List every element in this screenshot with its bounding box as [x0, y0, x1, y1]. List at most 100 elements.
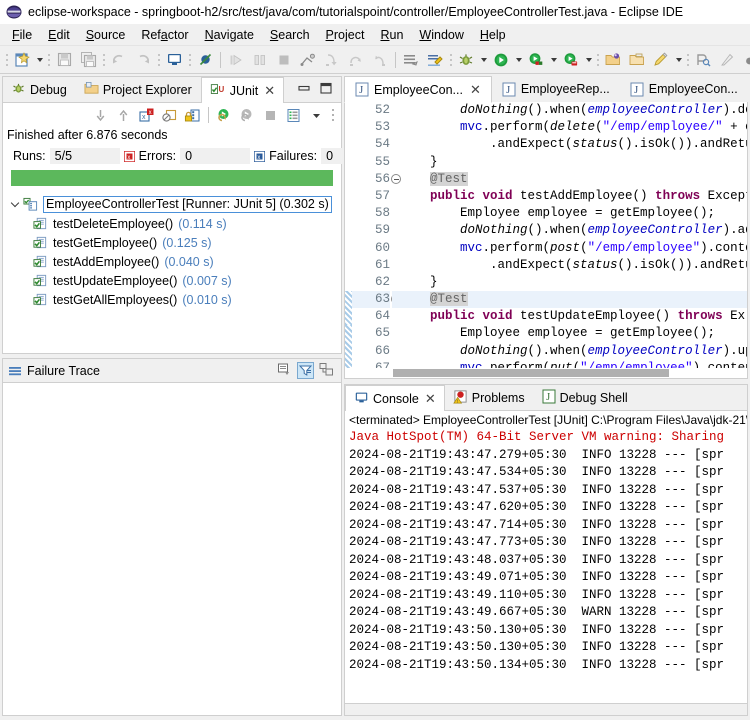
- new-wizard-dropdown-icon[interactable]: [34, 48, 45, 72]
- coverage-dropdown-icon[interactable]: [548, 48, 559, 72]
- clean-icon[interactable]: [423, 48, 447, 72]
- code-area[interactable]: 52535455565758596061626364656667 doNothi…: [345, 102, 747, 368]
- code-line[interactable]: public void testUpdateEmployee() throws …: [392, 308, 747, 325]
- new-class-icon[interactable]: [649, 48, 673, 72]
- code-line[interactable]: doNothing().when(employeeController).del: [392, 102, 747, 119]
- code-line[interactable]: @Test: [392, 291, 747, 308]
- code-line[interactable]: public void testAddEmployee() throws Exc…: [392, 188, 747, 205]
- debug-dropdown-icon[interactable]: [478, 48, 489, 72]
- expand-twisty-icon[interactable]: [7, 200, 23, 209]
- code-line[interactable]: Employee employee = getEmployee();: [392, 205, 747, 222]
- console-output[interactable]: <terminated> EmployeeControllerTest [JUn…: [345, 411, 747, 703]
- code-line[interactable]: mvc.perform(post("/emp/employee").conten: [392, 240, 747, 257]
- source-code[interactable]: doNothing().when(employeeController).del…: [392, 102, 747, 368]
- view-overflow-icon[interactable]: [329, 105, 336, 125]
- code-line[interactable]: doNothing().when(employeeController).add: [392, 222, 747, 239]
- view-menu-icon[interactable]: [306, 105, 327, 125]
- suspend-icon[interactable]: [248, 48, 272, 72]
- test-case-row[interactable]: testUpdateEmployee()(0.007 s): [3, 271, 341, 290]
- run-icon[interactable]: [489, 48, 513, 72]
- test-case-row[interactable]: testAddEmployee()(0.040 s): [3, 252, 341, 271]
- console-tab-problems[interactable]: !Problems: [445, 385, 534, 410]
- build-all-icon[interactable]: [399, 48, 423, 72]
- show-failures-only-icon[interactable]: xx: [136, 105, 157, 125]
- show-ignored-icon[interactable]: [159, 105, 180, 125]
- menu-item-run[interactable]: Run: [372, 26, 411, 44]
- new-class-dropdown-icon[interactable]: [673, 48, 684, 72]
- toolbar-drag-handle[interactable]: [3, 50, 10, 70]
- debug-icon[interactable]: [454, 48, 478, 72]
- maximize-icon[interactable]: [319, 81, 333, 98]
- menu-item-search[interactable]: Search: [262, 26, 318, 44]
- new-wizard-icon[interactable]: [10, 48, 34, 72]
- close-icon[interactable]: ✕: [264, 84, 275, 97]
- code-line[interactable]: .andExpect(status().isOk()).andRetur: [392, 257, 747, 274]
- test-run-history-icon[interactable]: [283, 105, 304, 125]
- test-case-row[interactable]: testGetAllEmployees()(0.010 s): [3, 290, 341, 309]
- stop-icon[interactable]: [260, 105, 281, 125]
- step-return-icon[interactable]: [368, 48, 392, 72]
- failure-trace-body[interactable]: [3, 383, 341, 715]
- menu-item-project[interactable]: Project: [318, 26, 373, 44]
- scrollbar-thumb[interactable]: [393, 369, 670, 377]
- disconnect-icon[interactable]: [296, 48, 320, 72]
- code-line[interactable]: Employee employee = getEmployee();: [392, 325, 747, 342]
- menu-item-help[interactable]: Help: [472, 26, 514, 44]
- menu-item-edit[interactable]: Edit: [40, 26, 78, 44]
- test-case-row[interactable]: testDeleteEmployee()(0.114 s): [3, 214, 341, 233]
- next-annotation-icon[interactable]: [739, 48, 750, 72]
- close-icon[interactable]: ✕: [470, 83, 481, 96]
- scroll-lock-icon[interactable]: [182, 105, 203, 125]
- view-tab-junit[interactable]: U JUnit ✕: [201, 77, 284, 103]
- code-line[interactable]: mvc.perform(delete("/emp/employee/" + em: [392, 119, 747, 136]
- code-line[interactable]: mvc.perform(put("/emp/employee").content: [392, 360, 747, 368]
- terminate-icon[interactable]: [272, 48, 296, 72]
- close-icon[interactable]: ✕: [425, 392, 436, 405]
- minimize-icon[interactable]: [297, 81, 311, 98]
- open-type-icon[interactable]: [691, 48, 715, 72]
- code-line[interactable]: doNothing().when(employeeController).upd: [392, 343, 747, 360]
- search-icon[interactable]: [715, 48, 739, 72]
- step-over-icon[interactable]: [344, 48, 368, 72]
- view-tab-project-explorer[interactable]: Project Explorer: [76, 77, 201, 102]
- next-failed-test-icon[interactable]: [90, 105, 111, 125]
- menu-item-source[interactable]: Source: [78, 26, 134, 44]
- skip-breakpoints-icon[interactable]: [193, 48, 217, 72]
- undo-icon[interactable]: [107, 48, 131, 72]
- code-line[interactable]: }: [392, 274, 747, 291]
- open-console-icon[interactable]: [162, 48, 186, 72]
- editor-tab-1[interactable]: JEmployeeRep...: [492, 76, 620, 102]
- rerun-failed-tests-icon[interactable]: [237, 105, 258, 125]
- run-external-tools-icon[interactable]: [559, 48, 583, 72]
- editor-horizontal-scrollbar[interactable]: [345, 368, 747, 378]
- save-all-icon[interactable]: [76, 48, 100, 72]
- menu-item-navigate[interactable]: Navigate: [197, 26, 262, 44]
- menu-item-refactor[interactable]: Refactor: [133, 26, 196, 44]
- copy-trace-icon[interactable]: [277, 362, 292, 380]
- rerun-test-icon[interactable]: [214, 105, 235, 125]
- menu-item-window[interactable]: Window: [411, 26, 471, 44]
- test-suite-row[interactable]: EmployeeControllerTest [Runner: JUnit 5]…: [3, 195, 341, 214]
- menu-item-file[interactable]: File: [4, 26, 40, 44]
- editor-tab-2[interactable]: JEmployeeCon...: [620, 76, 748, 102]
- redo-icon[interactable]: [131, 48, 155, 72]
- code-line[interactable]: }: [392, 154, 747, 171]
- step-into-icon[interactable]: [320, 48, 344, 72]
- previous-failed-test-icon[interactable]: [113, 105, 134, 125]
- resume-icon[interactable]: [224, 48, 248, 72]
- save-icon[interactable]: [52, 48, 76, 72]
- code-line[interactable]: @Test: [392, 171, 747, 188]
- junit-test-tree[interactable]: EmployeeControllerTest [Runner: JUnit 5]…: [3, 191, 341, 353]
- coverage-icon[interactable]: [524, 48, 548, 72]
- filter-stack-trace-icon[interactable]: [297, 362, 314, 379]
- external-tools-dropdown-icon[interactable]: [583, 48, 594, 72]
- compare-result-icon[interactable]: [319, 362, 334, 380]
- code-line[interactable]: .andExpect(status().isOk()).andRetur: [392, 136, 747, 153]
- new-package-icon[interactable]: [625, 48, 649, 72]
- console-tab-debug-shell[interactable]: JDebug Shell: [534, 385, 637, 410]
- console-tab-console[interactable]: Console✕: [345, 385, 445, 411]
- editor-tab-0[interactable]: JEmployeeCon...✕: [344, 76, 492, 103]
- test-case-row[interactable]: testGetEmployee()(0.125 s): [3, 233, 341, 252]
- new-java-project-icon[interactable]: [601, 48, 625, 72]
- run-dropdown-icon[interactable]: [513, 48, 524, 72]
